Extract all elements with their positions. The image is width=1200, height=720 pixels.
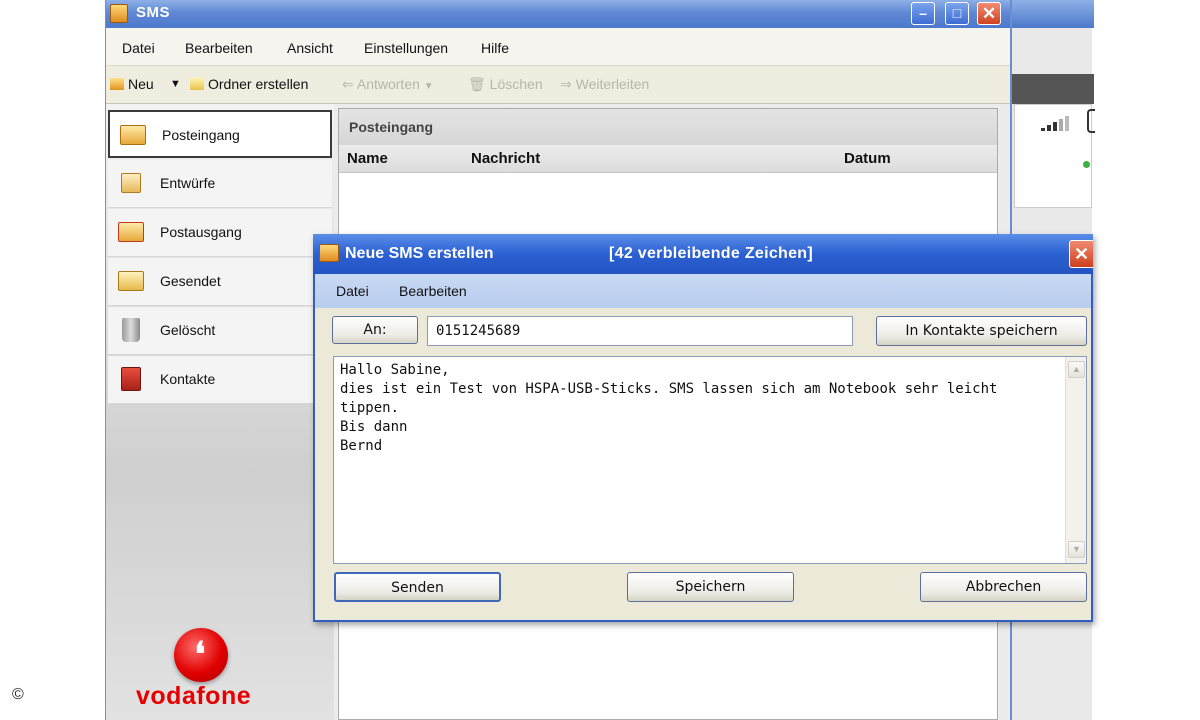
sidebar-item-posteingang[interactable]: Posteingang [108,110,332,158]
sidebar-label-gesendet: Gesendet [160,273,221,289]
new-dropdown-icon[interactable]: ▼ [170,78,181,90]
reply-button[interactable]: ⇐ Antworten ▼ [342,76,434,93]
delete-label: Löschen [489,76,543,92]
trash-icon: 🗑 [468,76,486,92]
column-header-message[interactable]: Nachricht [471,150,540,167]
sidebar-label-geloescht: Gelöscht [160,322,216,338]
menu-datei[interactable]: Datei [122,40,155,56]
to-button[interactable]: An: [332,316,418,344]
maximize-button[interactable]: □ [945,2,969,25]
create-folder-label: Ordner erstellen [208,76,309,92]
folder-icon [190,78,204,90]
scroll-down-icon[interactable]: ▼ [1068,541,1085,558]
column-header-name[interactable]: Name [347,150,388,167]
inbox-title: Posteingang [349,119,434,135]
dialog-menu-datei[interactable]: Datei [336,283,369,299]
new-icon [110,78,124,90]
vodafone-wordmark: vodafone [136,682,252,710]
new-button[interactable]: Neu [110,76,154,92]
new-label: Neu [128,76,154,92]
drafts-icon [121,173,141,193]
reply-icon: ⇐ [342,76,354,92]
window-title: SMS [136,4,171,21]
background-window-bar [1012,74,1094,104]
sidebar-item-gesendet[interactable]: Gesendet [108,258,332,306]
create-folder-button[interactable]: Ordner erstellen [190,76,308,92]
close-button[interactable]: ✕ [977,2,1001,25]
main-menubar: Datei Bearbeiten Ansicht Einstellungen H… [106,28,1011,66]
copyright-mark: © [12,686,24,703]
sidebar-item-postausgang[interactable]: Postausgang [108,209,332,257]
folder-sidebar: Posteingang Entwürfe Postausgang Gesende… [106,104,334,720]
cancel-button[interactable]: Abbrechen [920,572,1087,602]
dialog-close-button[interactable]: ✕ [1069,240,1093,268]
inbox-icon [120,125,146,145]
vodafone-speechmark-icon: ❛ [194,635,206,675]
message-text[interactable]: Hallo Sabine, dies ist ein Test von HSPA… [340,361,1055,456]
connection-status-panel [1014,104,1095,208]
menu-ansicht[interactable]: Ansicht [287,40,333,56]
dialog-menu-bearbeiten[interactable]: Bearbeiten [399,283,467,299]
save-to-contacts-button[interactable]: In Kontakte speichern [876,316,1087,346]
sidebar-item-geloescht[interactable]: Gelöscht [108,307,332,355]
forward-button[interactable]: ⇒ Weiterleiten [560,76,649,93]
sidebar-label-kontakte: Kontakte [160,371,216,387]
inbox-column-headers: Name Nachricht Datum [339,145,997,173]
dialog-titlebar[interactable]: Neue SMS erstellen [42 verbleibende Zeic… [313,234,1093,274]
status-frame [1087,109,1095,133]
new-sms-dialog: Neue SMS erstellen [42 verbleibende Zeic… [313,234,1093,622]
main-toolbar: Neu ▼ Ordner erstellen ⇐ Antworten ▼ 🗑 L… [106,66,1011,104]
forward-label: Weiterleiten [575,76,650,92]
reply-dropdown-icon: ▼ [423,81,434,92]
minimize-button[interactable]: – [911,2,935,25]
sidebar-label-posteingang: Posteingang [162,127,240,143]
reply-label: Antworten [356,76,420,92]
sidebar-label-postausgang: Postausgang [160,224,242,240]
trash-icon [122,318,140,342]
sms-app-icon [110,4,128,23]
scroll-up-icon[interactable]: ▲ [1068,361,1085,378]
send-button[interactable]: Senden [334,572,501,602]
message-scrollbar[interactable]: ▲ ▼ [1065,357,1086,563]
signal-strength-icon [1041,113,1081,131]
sms-dialog-icon [319,244,339,262]
sent-icon [118,271,144,291]
menu-einstellungen[interactable]: Einstellungen [364,40,448,56]
dialog-title: Neue SMS erstellen [345,245,494,262]
delete-button[interactable]: 🗑 Löschen [468,76,543,93]
column-header-date[interactable]: Datum [844,150,891,167]
dialog-menubar: Datei Bearbeiten [315,274,1091,308]
sidebar-item-entwuerfe[interactable]: Entwürfe [108,160,332,208]
outbox-icon [118,222,144,242]
sidebar-item-kontakte[interactable]: Kontakte [108,356,332,404]
background-window-titlebar [1012,0,1094,28]
inbox-header: Posteingang [339,109,997,145]
sidebar-label-entwuerfe: Entwürfe [160,175,216,191]
recipient-input[interactable]: 0151245689 [427,316,853,346]
status-indicator-icon [1083,161,1090,168]
forward-icon: ⇒ [560,76,572,92]
message-textarea[interactable]: Hallo Sabine, dies ist ein Test von HSPA… [333,356,1087,564]
save-button[interactable]: Speichern [627,572,794,602]
menu-hilfe[interactable]: Hilfe [481,40,509,56]
contacts-icon [121,367,141,391]
remaining-characters: [42 verbleibende Zeichen] [609,245,814,262]
menu-bearbeiten[interactable]: Bearbeiten [185,40,253,56]
main-titlebar[interactable]: SMS – □ ✕ [106,0,1011,28]
